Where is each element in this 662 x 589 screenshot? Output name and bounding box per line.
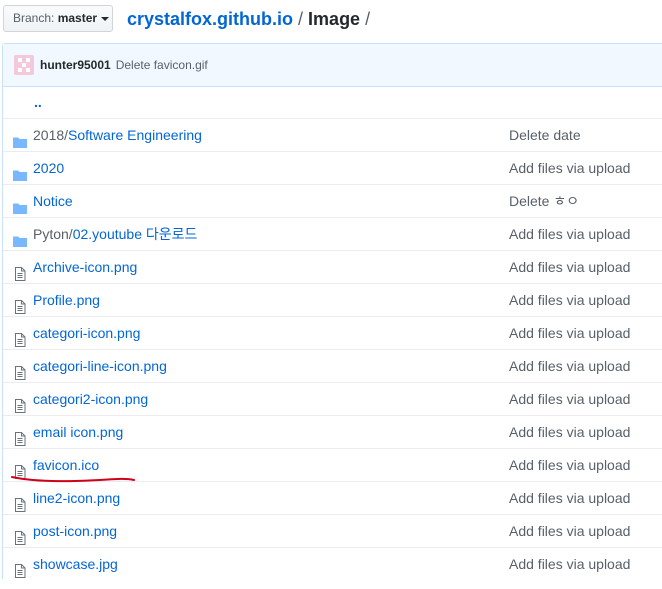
folder-icon: [13, 194, 27, 214]
file-row[interactable]: 2020 Add files via upload: [3, 151, 662, 184]
file-icon: [13, 425, 27, 446]
file-name-text: 02.youtube 다운로드: [72, 226, 198, 242]
commit-message-link[interactable]: Add files via upload: [509, 515, 630, 547]
commit-message-link[interactable]: Add files via upload: [509, 251, 630, 283]
commit-message-link[interactable]: Add files via upload: [509, 284, 630, 316]
file-icon: [13, 557, 27, 578]
file-name-text: 2020: [33, 160, 65, 176]
file-name-link[interactable]: categori-icon.png: [33, 317, 140, 349]
branch-name: master: [57, 11, 98, 25]
file-row[interactable]: post-icon.png Add files via upload: [3, 514, 662, 547]
parent-directory-row[interactable]: ..: [3, 86, 662, 118]
file-icon: [13, 293, 27, 314]
file-row[interactable]: line2-icon.png Add files via upload: [3, 481, 662, 514]
file-row[interactable]: categori-icon.png Add files via upload: [3, 316, 662, 349]
file-name-link[interactable]: post-icon.png: [33, 515, 117, 547]
commit-message-link[interactable]: Delete favicon.gif: [116, 58, 208, 72]
path-prefix: Pyton/: [33, 226, 73, 242]
file-name-text: categori-icon.png: [33, 325, 141, 341]
commit-message-link[interactable]: Delete ㅎㅇ: [509, 185, 579, 217]
commit-message-link[interactable]: Add files via upload: [509, 218, 630, 250]
file-row[interactable]: Pyton/02.youtube 다운로드 Add files via uploa…: [3, 217, 662, 250]
file-row[interactable]: Archive-icon.png Add files via upload: [3, 250, 662, 283]
commit-message-link[interactable]: Add files via upload: [509, 482, 630, 514]
breadcrumb-separator: /: [365, 9, 371, 29]
file-name-link[interactable]: Archive-icon.png: [33, 251, 137, 283]
file-table: .. 2018/Software Engineering Delete date 2…: [3, 86, 662, 580]
file-name-link[interactable]: line2-icon.png: [33, 482, 120, 514]
file-row[interactable]: categori-line-icon.png Add files via uplo…: [3, 349, 662, 382]
commit-message-link[interactable]: Add files via upload: [509, 152, 630, 184]
commit-author-link[interactable]: hunter95001: [40, 58, 111, 72]
file-row[interactable]: 2018/Software Engineering Delete date: [3, 118, 662, 151]
file-icon: [13, 392, 27, 413]
file-row[interactable]: favicon.ico Add files via upload: [3, 448, 662, 481]
file-name-link[interactable]: email icon.png: [33, 416, 123, 448]
parent-directory-link[interactable]: ..: [34, 86, 42, 118]
file-name-text: post-icon.png: [33, 523, 118, 539]
file-row[interactable]: email icon.png Add files via upload: [3, 415, 662, 448]
breadcrumb-current-folder: Image: [308, 9, 361, 29]
file-name-link[interactable]: favicon.ico: [33, 449, 99, 481]
file-icon: [13, 260, 27, 281]
file-name-link[interactable]: showcase.jpg: [33, 548, 118, 580]
commit-message-link[interactable]: Add files via upload: [509, 383, 630, 415]
file-row[interactable]: showcase.jpg Add files via upload: [3, 547, 662, 580]
file-icon: [13, 326, 27, 347]
file-navigation: Branch: master crystalfox.github.io / Imag…: [0, 0, 662, 40]
file-name-text: line2-icon.png: [33, 490, 121, 506]
file-list-box: hunter95001 Delete favicon.gif .. 2018/So…: [2, 43, 662, 579]
commit-message-link[interactable]: Delete date: [509, 119, 581, 151]
file-row[interactable]: Profile.png Add files via upload: [3, 283, 662, 316]
file-name-text: email icon.png: [33, 424, 124, 440]
file-name-link[interactable]: 2018/Software Engineering: [33, 119, 202, 151]
commit-message-link[interactable]: Add files via upload: [509, 317, 630, 349]
avatar[interactable]: [14, 55, 34, 75]
file-row[interactable]: categori2-icon.png Add files via upload: [3, 382, 662, 415]
file-name-text: Profile.png: [33, 292, 100, 308]
breadcrumb: crystalfox.github.io / Image /: [127, 8, 375, 30]
file-icon: [13, 524, 27, 545]
breadcrumb-separator: /: [298, 9, 304, 29]
file-name-text: Notice: [33, 193, 73, 209]
path-prefix: 2018/: [33, 127, 69, 143]
commit-message-link[interactable]: Add files via upload: [509, 350, 630, 382]
commit-message-link[interactable]: Add files via upload: [509, 416, 630, 448]
commit-message-link[interactable]: Add files via upload: [509, 449, 630, 481]
file-name-link[interactable]: categori2-icon.png: [33, 383, 148, 415]
breadcrumb-repo-link[interactable]: crystalfox.github.io: [127, 9, 293, 29]
folder-icon: [13, 227, 27, 247]
file-icon: [13, 458, 27, 479]
file-row[interactable]: Notice Delete ㅎㅇ: [3, 184, 662, 217]
branch-select-button[interactable]: Branch: master: [3, 5, 113, 32]
folder-icon: [13, 128, 27, 148]
commit-info: hunter95001 Delete favicon.gif: [40, 58, 208, 72]
file-name-text: showcase.jpg: [33, 556, 118, 572]
file-name-link[interactable]: categori-line-icon.png: [33, 350, 167, 382]
file-icon: [13, 359, 27, 380]
file-name-link[interactable]: Profile.png: [33, 284, 100, 316]
file-name-text: Software Engineering: [68, 127, 202, 143]
file-name-link[interactable]: Notice: [33, 185, 73, 217]
file-name-link[interactable]: Pyton/02.youtube 다운로드: [33, 218, 197, 250]
caret-down-icon: [101, 16, 110, 21]
file-icon: [13, 491, 27, 512]
latest-commit-bar: hunter95001 Delete favicon.gif: [3, 44, 662, 87]
file-name-text: categori-line-icon.png: [33, 358, 167, 374]
folder-icon: [13, 161, 27, 181]
branch-label: Branch:: [13, 11, 55, 25]
file-name-link[interactable]: 2020: [33, 152, 64, 184]
file-name-text: Archive-icon.png: [33, 259, 138, 275]
file-name-text: favicon.ico: [33, 457, 100, 473]
commit-message-link[interactable]: Add files via upload: [509, 548, 630, 580]
file-name-text: categori2-icon.png: [33, 391, 149, 407]
